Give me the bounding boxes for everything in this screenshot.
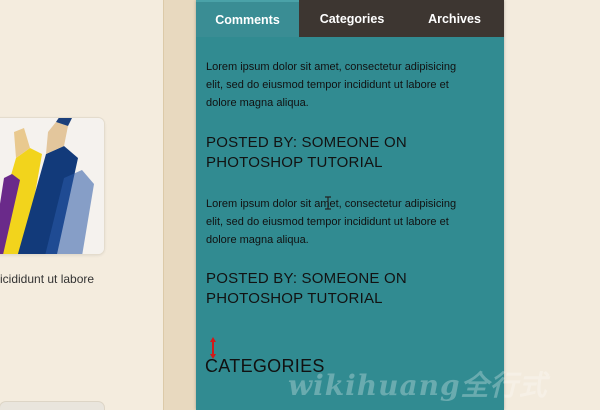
colored-pencils-thumbnail[interactable] — [0, 118, 104, 254]
watermark-logo: wikihuang全行式 — [288, 369, 548, 402]
tab-archives[interactable]: Archives — [405, 0, 504, 37]
tab-categories[interactable]: Categories — [299, 0, 405, 37]
posted-by-line: POSTED BY: SOMEONE ON — [206, 134, 407, 151]
comment-line: dolore magna aliqua. — [206, 234, 309, 246]
comment-text: Lorem ipsum dolor sit amet, consectetur … — [206, 58, 494, 112]
comment-text: Lorem ipsum dolor sit amet, consectetur … — [206, 195, 494, 249]
right-page-area — [504, 0, 600, 410]
comment-author-link[interactable]: POSTED BY: SOMEONE ON PHOTOSHOP TUTORIAL — [206, 269, 496, 309]
next-thumbnail[interactable] — [0, 402, 104, 410]
text-cursor-icon — [325, 196, 331, 210]
column-gutter — [163, 0, 196, 410]
left-content-area: icididunt ut labore — [0, 0, 163, 410]
tab-comments[interactable]: Comments — [196, 0, 299, 37]
posted-on-line: PHOTOSHOP TUTORIAL — [206, 154, 383, 171]
comment-line: elit, sed do eiusmod tempor incididunt u… — [206, 79, 449, 91]
comment-author-link[interactable]: POSTED BY: SOMEONE ON PHOTOSHOP TUTORIAL — [206, 133, 496, 173]
comment-line: dolore magna aliqua. — [206, 97, 309, 109]
red-up-down-arrow-icon — [210, 337, 216, 359]
tabbed-sidebar-widget: Comments Categories Archives Lorem ipsum… — [196, 0, 504, 410]
colored-pencils-icon — [0, 118, 104, 254]
posted-on-line: PHOTOSHOP TUTORIAL — [206, 290, 383, 307]
tab-bar: Comments Categories Archives — [196, 0, 504, 37]
posted-by-line: POSTED BY: SOMEONE ON — [206, 270, 407, 287]
comment-line: elit, sed do eiusmod tempor incididunt u… — [206, 216, 449, 228]
comment-line: Lorem ipsum dolor sit amet, consectetur … — [206, 61, 457, 73]
comment-line: Lorem ipsum dolor sit amet, consectetur … — [206, 198, 457, 210]
post-excerpt-text: icididunt ut labore — [0, 272, 95, 286]
